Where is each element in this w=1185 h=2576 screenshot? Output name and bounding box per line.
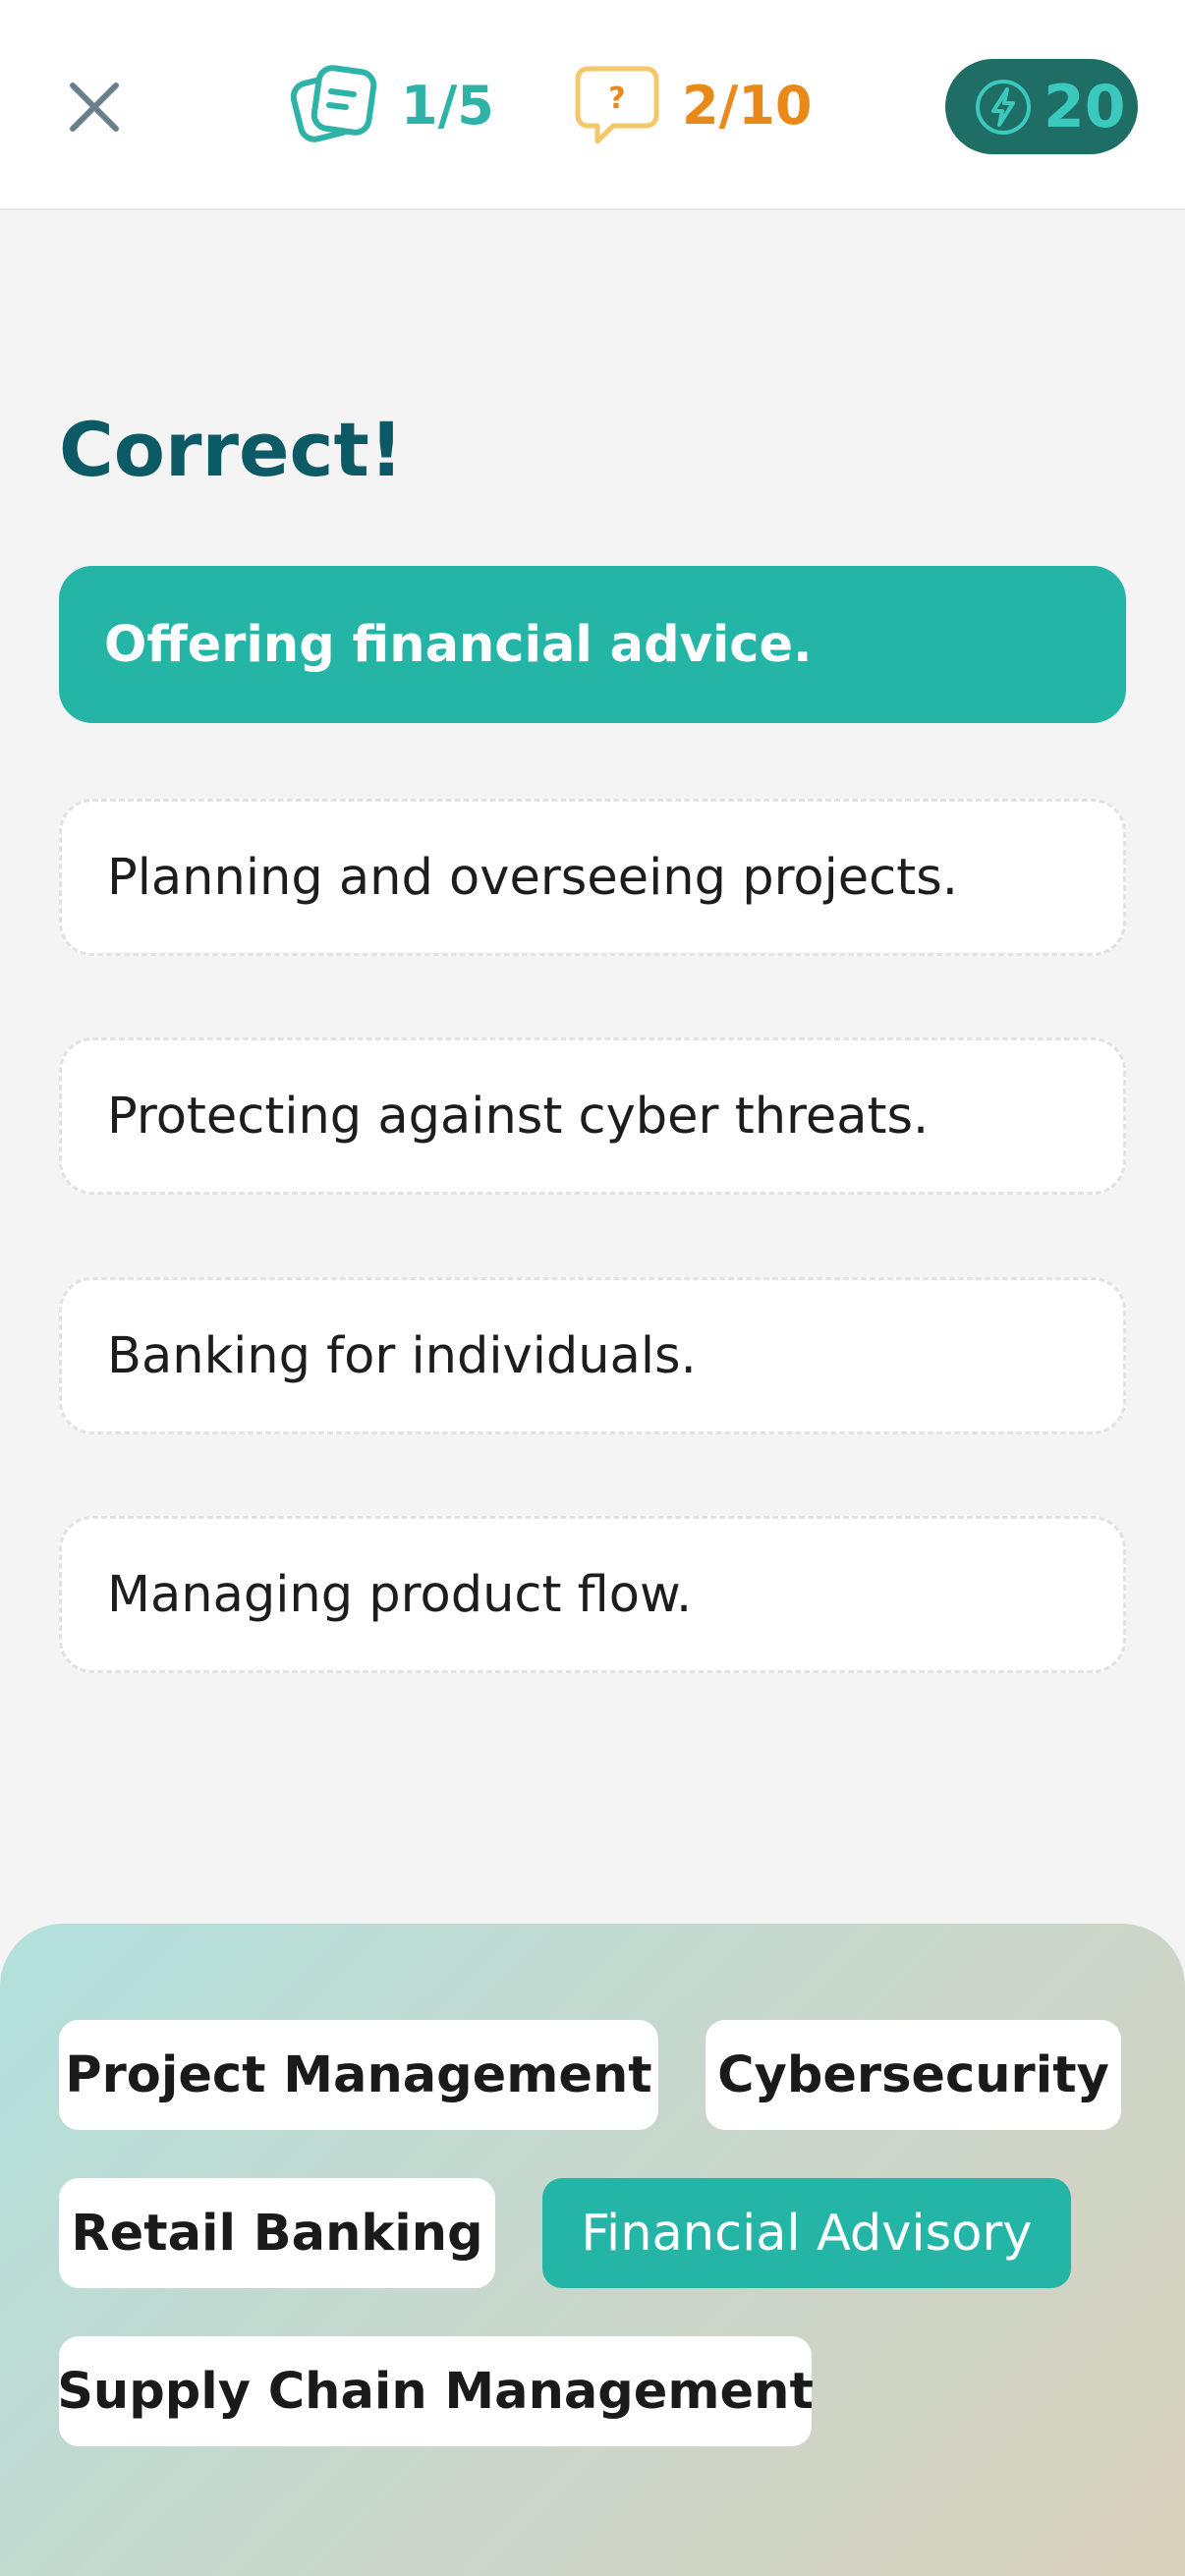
- category-chip[interactable]: Project Management: [59, 2020, 658, 2130]
- questions-progress-text: 2/10: [682, 74, 813, 137]
- answer-option-label: Banking for individuals.: [107, 1326, 697, 1385]
- cards-progress-text: 1/5: [401, 74, 494, 137]
- cards-icon: [291, 64, 379, 146]
- lightning-icon: [973, 77, 1034, 138]
- answer-option[interactable]: Banking for individuals.: [59, 1277, 1126, 1434]
- answer-option-correct[interactable]: Offering financial advice.: [59, 566, 1126, 723]
- questions-progress: ? 2/10: [574, 61, 812, 149]
- category-chip-label: Project Management: [65, 2045, 652, 2104]
- category-chip-label: Retail Banking: [71, 2204, 483, 2263]
- category-tray: Project Management Cybersecurity Retail …: [0, 1924, 1185, 2576]
- answer-option[interactable]: Protecting against cyber threats.: [59, 1037, 1126, 1195]
- answer-option[interactable]: Planning and overseeing projects.: [59, 799, 1126, 956]
- energy-value: 20: [1044, 72, 1126, 141]
- cards-progress: 1/5: [291, 61, 494, 149]
- category-chip[interactable]: Supply Chain Management: [57, 2336, 814, 2446]
- category-chip-label: Financial Advisory: [581, 2204, 1033, 2263]
- energy-badge: 20: [945, 59, 1138, 154]
- answer-option-label: Managing product flow.: [107, 1565, 693, 1624]
- answer-option-label: Offering financial advice.: [104, 615, 813, 674]
- answer-option[interactable]: Managing product flow.: [59, 1516, 1126, 1673]
- svg-text:?: ?: [608, 82, 625, 116]
- category-chip-selected[interactable]: Financial Advisory: [542, 2178, 1071, 2288]
- close-button[interactable]: [59, 74, 130, 144]
- category-chip[interactable]: Cybersecurity: [705, 2020, 1121, 2130]
- close-icon: [67, 80, 122, 139]
- answer-option-label: Protecting against cyber threats.: [107, 1087, 930, 1146]
- top-bar: 1/5 ? 2/10 20: [0, 0, 1185, 210]
- feedback-title: Correct!: [59, 406, 404, 493]
- category-chip-label: Supply Chain Management: [57, 2362, 814, 2421]
- category-chip[interactable]: Retail Banking: [59, 2178, 495, 2288]
- question-bubble-icon: ?: [574, 63, 660, 147]
- answer-option-label: Planning and overseeing projects.: [107, 848, 958, 907]
- category-chip-label: Cybersecurity: [717, 2045, 1109, 2104]
